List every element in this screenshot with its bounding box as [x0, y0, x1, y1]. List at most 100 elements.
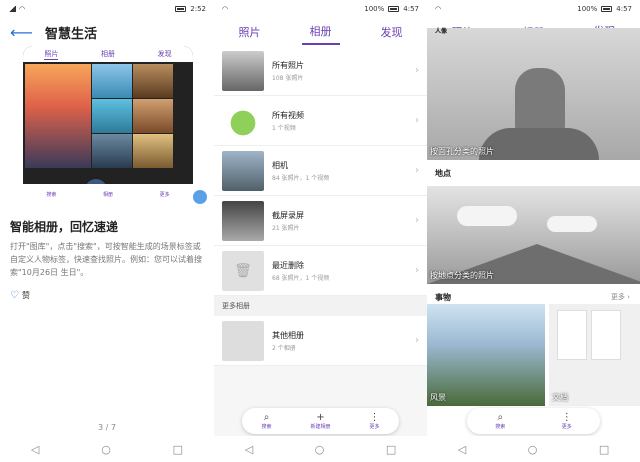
album-count: 1 个视频 — [272, 124, 296, 132]
things-item[interactable]: 风景 — [427, 304, 546, 406]
nav-back-icon[interactable]: ◁ — [245, 443, 253, 456]
photo-thumb — [133, 134, 173, 168]
photo-grid — [23, 62, 193, 170]
tab-discover[interactable]: 发现 — [373, 20, 411, 44]
more-button[interactable]: ⋮ 更多 — [562, 412, 572, 430]
phone-albums-label: 相册 — [102, 191, 113, 198]
system-nav-bar: ◁ ○ □ — [427, 436, 640, 462]
status-time: 2:52 — [190, 5, 206, 13]
chevron-right-icon: › — [415, 215, 419, 226]
people-overlay-label: 按面孔分类的照片 — [430, 147, 494, 156]
tab-photos[interactable]: 照片 — [231, 20, 269, 44]
nav-recents-icon[interactable]: □ — [173, 443, 183, 456]
like-label: 赞 — [21, 291, 30, 300]
battery-icon — [601, 6, 613, 12]
photo-thumb — [25, 64, 91, 168]
status-bar: ◠ 100% 4:57 — [427, 0, 640, 18]
chevron-right-icon: › — [415, 65, 419, 76]
more-button[interactable]: ⋮ 更多 — [369, 412, 379, 430]
chevron-right-icon: › — [415, 265, 419, 276]
album-item[interactable]: 所有视频 1 个视频 › — [214, 96, 427, 146]
album-item[interactable]: 截屏录屏 21 张照片 › — [214, 196, 427, 246]
bottom-toolbar: ⌕ 搜索 ⋮ 更多 — [467, 408, 600, 434]
nav-back-icon[interactable]: ◁ — [458, 443, 466, 456]
photo-thumb — [133, 64, 173, 98]
search-label: 搜索 — [495, 424, 506, 430]
nav-home-icon[interactable]: ○ — [101, 443, 111, 456]
places-section[interactable]: 按地点分类的照片 — [427, 186, 640, 284]
panel-discover: ◠ 100%4:57 照片 相册 发现 人像 按面孔分类的照片 地点 按地点分类… — [427, 0, 640, 462]
wifi-icon: ◠ — [222, 5, 229, 13]
photo-thumb — [92, 64, 132, 98]
nav-home-icon[interactable]: ○ — [315, 443, 325, 456]
phone-preview-image: 照片 相册 发现 搜索 相册 更多 — [23, 46, 193, 204]
more-vertical-icon: ⋮ — [369, 412, 380, 423]
person-shoulders — [479, 128, 599, 160]
album-name: 最近删除 — [272, 260, 304, 270]
album-name: 所有照片 — [272, 60, 304, 70]
card-title: 智能相册，回忆速递 — [10, 220, 119, 234]
album-thumb — [222, 100, 264, 141]
album-thumb — [222, 320, 264, 361]
photo-thumb — [92, 134, 132, 168]
album-name: 其他相册 — [272, 330, 304, 340]
album-thumb — [222, 200, 264, 241]
wifi-icon: ◠ — [435, 5, 442, 13]
album-name: 截屏录屏 — [272, 210, 304, 220]
things-item[interactable]: 文档 — [549, 304, 640, 406]
page-title: 智慧生活 — [44, 26, 97, 42]
things-more-link[interactable]: 更多 › — [611, 292, 630, 302]
tab-albums[interactable]: 相册 — [301, 19, 340, 45]
places-label: 地点 — [435, 169, 451, 178]
other-album-list: 其他相册 2 个相册 › — [214, 316, 427, 366]
phone-tab-photos: 照片 — [44, 49, 59, 60]
album-name: 相机 — [272, 160, 288, 170]
things-item-label: 文档 — [552, 393, 569, 402]
hint-dot — [193, 190, 207, 204]
phone-tabs: 照片 相册 发现 — [23, 46, 193, 62]
gallery-tabs: 照片 相册 发现 — [214, 18, 427, 46]
album-item[interactable]: 其他相册 2 个相册 › — [214, 316, 427, 366]
phone-tab-discover: 发现 — [157, 50, 172, 58]
places-overlay-label: 按地点分类的照片 — [430, 271, 494, 280]
chevron-right-icon: › — [627, 293, 630, 301]
system-nav-bar: ◁ ○ □ — [0, 436, 214, 462]
photo-thumb — [133, 99, 173, 133]
search-button[interactable]: ⌕ 搜索 — [261, 412, 271, 430]
album-item[interactable]: 🗑 最近删除 68 张照片，1 个视频 › — [214, 246, 427, 296]
like-button[interactable]: ♡ 赞 — [10, 290, 30, 301]
system-nav-bar: ◁ ○ □ — [214, 436, 427, 462]
plus-icon: + — [316, 412, 325, 423]
document-thumb — [591, 310, 622, 360]
signal-icon — [8, 6, 16, 12]
album-count: 108 张照片 — [272, 74, 304, 82]
battery-icon — [175, 6, 187, 12]
album-list: 所有照片 108 张照片 › 所有视频 1 个视频 › 相机 84 张照片，1 个视频… — [214, 46, 427, 296]
album-count: 84 张照片，1 个视频 — [272, 174, 330, 182]
people-section[interactable]: 人像 按面孔分类的照片 — [427, 28, 640, 160]
nav-recents-icon[interactable]: □ — [386, 443, 396, 456]
cloud-shape — [547, 216, 597, 232]
album-count: 68 张照片，1 个视频 — [272, 274, 330, 282]
search-icon: ⌕ — [263, 412, 270, 423]
back-arrow-icon[interactable]: ⟵ — [10, 23, 33, 42]
nav-home-icon[interactable]: ○ — [528, 443, 538, 456]
bottom-toolbar: ⌕ 搜索 + 新建相册 ⋮ 更多 — [242, 408, 399, 434]
panel-albums: ◠ 100% 4:57 照片 相册 发现 所有照片 108 张照片 › 所有视频 1 … — [214, 0, 427, 462]
phone-search-label: 搜索 — [46, 191, 57, 198]
album-item[interactable]: 相机 84 张照片，1 个视频 › — [214, 146, 427, 196]
status-bar: ◠ 2:52 — [0, 0, 214, 18]
album-item[interactable]: 所有照片 108 张照片 › — [214, 46, 427, 96]
new-album-button[interactable]: + 新建相册 — [310, 412, 330, 430]
nav-back-icon[interactable]: ◁ — [31, 443, 39, 456]
battery-percent: 100% — [364, 5, 385, 13]
battery-icon — [388, 6, 400, 12]
nav-recents-icon[interactable]: □ — [599, 443, 609, 456]
search-button[interactable]: ⌕ 搜索 — [495, 412, 505, 430]
phone-more-label: 更多 — [159, 191, 170, 198]
page-indicator: 3 / 7 — [98, 423, 116, 432]
things-row: 风景 文档 — [427, 304, 640, 406]
heart-icon: ♡ — [10, 290, 19, 301]
trash-icon: 🗑 — [234, 262, 252, 279]
things-label: 事物 — [435, 293, 451, 302]
